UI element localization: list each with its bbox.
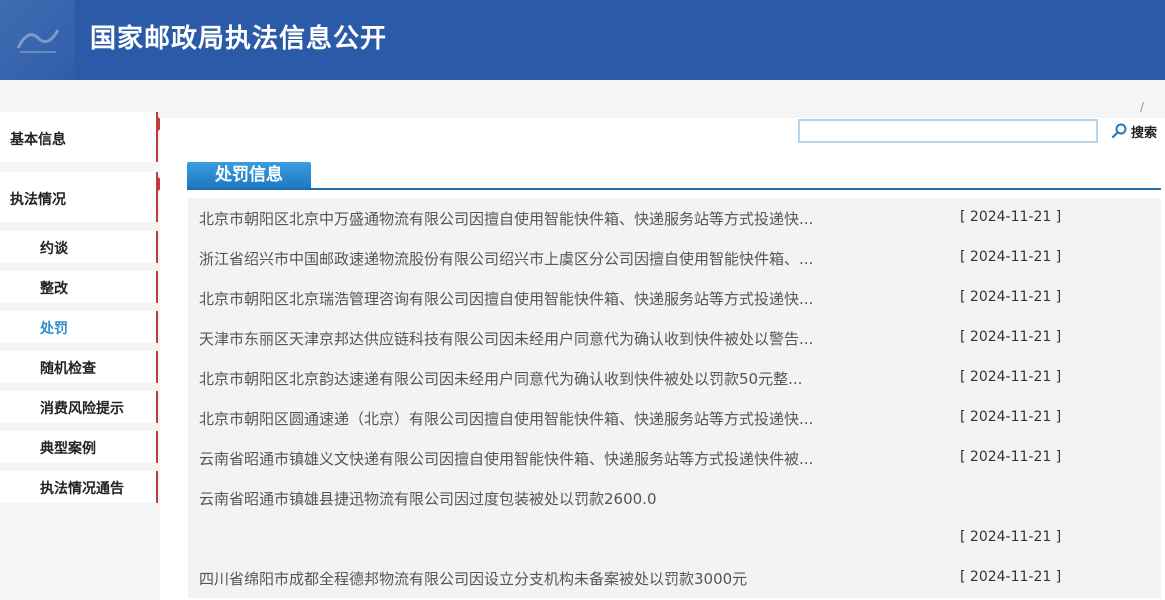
list-item-link[interactable]: 浙江省绍兴市中国邮政速递物流股份有限公司绍兴市上虞区分公司因擅自使用智能快件箱、… (199, 248, 899, 269)
tab-bar: 处罚信息 (187, 162, 1161, 190)
sidebar-item-typical-cases[interactable]: 典型案例 (0, 431, 158, 463)
logo-icon[interactable] (0, 0, 75, 80)
site-header: 国家邮政局执法信息公开 (0, 0, 1165, 80)
sidebar-item-random-inspection[interactable]: 随机检查 (0, 351, 158, 383)
list-item: 北京市朝阳区北京中万盛通物流有限公司因擅自使用智能快件箱、快递服务站等方式投递快… (188, 198, 1161, 238)
list-item: 北京市朝阳区北京韵达速递有限公司因未经用户同意代为确认收到快件被处以罚款50元整… (188, 358, 1161, 398)
list-item-link[interactable]: 云南省昭通市镇雄县捷迅物流有限公司因过度包装被处以罚款2600.0 (199, 488, 899, 509)
list-item-link[interactable]: 北京市朝阳区圆通速递（北京）有限公司因擅自使用智能快件箱、快递服务站等方式投递快… (199, 408, 899, 429)
search-input[interactable] (798, 119, 1098, 143)
list-item-date: [ 2024-11-21 ] (960, 209, 1062, 225)
sidebar-item-consumer-risk[interactable]: 消费风险提示 (0, 391, 158, 423)
search-icon (1111, 123, 1127, 139)
breadcrumb: / (1140, 100, 1145, 114)
list-item: [ 2024-11-21 ] (188, 518, 1161, 558)
sidebar-item-penalty[interactable]: 处罚 (0, 311, 158, 343)
list-item-date: [ 2024-11-21 ] (960, 409, 1062, 425)
list-item: 浙江省绍兴市中国邮政速递物流股份有限公司绍兴市上虞区分公司因擅自使用智能快件箱、… (188, 238, 1161, 278)
list-item: 天津市东丽区天津京邦达供应链科技有限公司因未经用户同意代为确认收到快件被处以警告… (188, 318, 1161, 358)
list-item-link[interactable]: 天津市东丽区天津京邦达供应链科技有限公司因未经用户同意代为确认收到快件被处以警告… (199, 328, 899, 349)
sidebar-item-label: 随机检查 (40, 361, 96, 377)
sidebar-section-label: 基本信息 (10, 132, 66, 148)
sidebar-section-label: 执法情况 (10, 192, 66, 208)
list-item: 云南省昭通市镇雄义文快递有限公司因擅自使用智能快件箱、快递服务站等方式投递快件被… (188, 438, 1161, 478)
sidebar-item-enforcement-notice[interactable]: 执法情况通告 (0, 471, 158, 503)
sidebar-item-label: 典型案例 (40, 441, 96, 457)
logo-mark (16, 29, 60, 53)
list-item: 北京市朝阳区圆通速递（北京）有限公司因擅自使用智能快件箱、快递服务站等方式投递快… (188, 398, 1161, 438)
list-item-date: [ 2024-11-21 ] (960, 449, 1062, 465)
list-item-link[interactable]: 云南省昭通市镇雄义文快递有限公司因擅自使用智能快件箱、快递服务站等方式投递快件被… (199, 448, 899, 469)
tab-penalty-info[interactable]: 处罚信息 (187, 162, 311, 188)
sidebar-section-basic-info[interactable]: 基本信息 (0, 112, 166, 162)
list-item-link[interactable]: 北京市朝阳区北京中万盛通物流有限公司因擅自使用智能快件箱、快递服务站等方式投递快… (199, 208, 899, 229)
sidebar-item-label: 处罚 (40, 321, 68, 337)
list-item-link[interactable]: 北京市朝阳区北京韵达速递有限公司因未经用户同意代为确认收到快件被处以罚款50元整… (199, 368, 899, 389)
site-title: 国家邮政局执法信息公开 (90, 24, 388, 54)
list-item-link[interactable]: 四川省绵阳市成都全程德邦物流有限公司因设立分支机构未备案被处以罚款3000元 (199, 568, 899, 589)
sidebar: 基本信息 执法情况 约谈 整改 处罚 随机检查 消费风险提示 典型案例 执法情况… (0, 80, 166, 600)
list-item-date: [ 2024-11-21 ] (960, 249, 1062, 265)
list-item: 云南省昭通市镇雄县捷迅物流有限公司因过度包装被处以罚款2600.0 (188, 478, 1161, 518)
search-button[interactable]: 搜索 (1110, 120, 1157, 142)
sidebar-item-label: 整改 (40, 281, 68, 297)
list-item-date: [ 2024-11-21 ] (960, 529, 1062, 545)
sidebar-item-rectification[interactable]: 整改 (0, 271, 158, 303)
sidebar-item-interview[interactable]: 约谈 (0, 231, 158, 263)
list-item-date: [ 2024-11-21 ] (960, 289, 1062, 305)
list-item-date: [ 2024-11-21 ] (960, 569, 1062, 585)
sidebar-item-label: 执法情况通告 (40, 481, 124, 497)
sidebar-section-enforcement[interactable]: 执法情况 (0, 172, 166, 222)
list-item: 北京市朝阳区北京瑞浩管理咨询有限公司因擅自使用智能快件箱、快递服务站等方式投递快… (188, 278, 1161, 318)
list-item-date: [ 2024-11-21 ] (960, 369, 1062, 385)
list-item-date: [ 2024-11-21 ] (960, 329, 1062, 345)
sidebar-item-label: 消费风险提示 (40, 401, 124, 417)
list-item: 四川省绵阳市成都全程德邦物流有限公司因设立分支机构未备案被处以罚款3000元 [… (188, 558, 1161, 598)
sidebar-item-label: 约谈 (40, 241, 68, 257)
search-button-label: 搜索 (1131, 125, 1158, 141)
list-item-link[interactable]: 北京市朝阳区北京瑞浩管理咨询有限公司因擅自使用智能快件箱、快递服务站等方式投递快… (199, 288, 899, 309)
